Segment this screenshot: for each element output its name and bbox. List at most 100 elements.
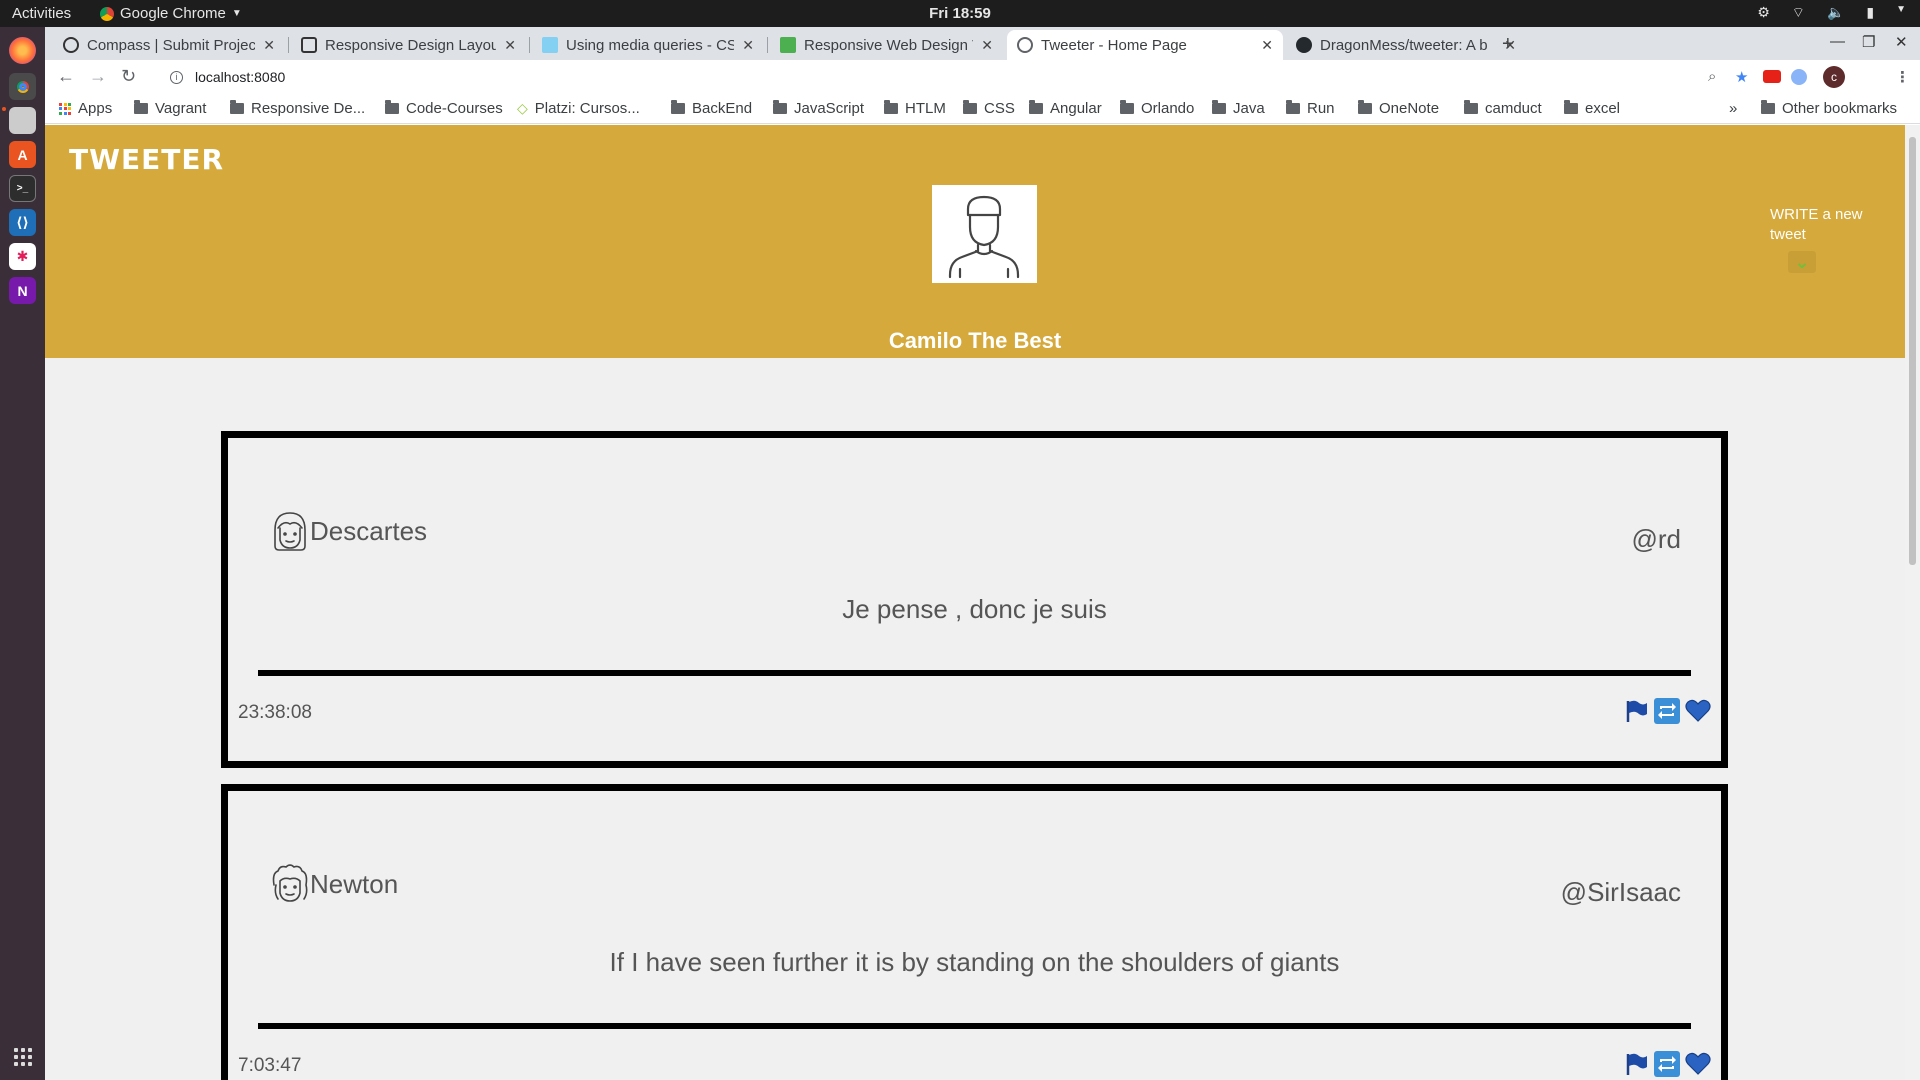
extension-icon[interactable]: [1791, 69, 1807, 85]
folder-icon: [1286, 100, 1300, 114]
bookmark-folder[interactable]: Orlando: [1120, 100, 1194, 117]
scrollbar-thumb[interactable]: [1909, 137, 1916, 565]
onenote-icon[interactable]: N: [9, 277, 36, 304]
bookmark-folder[interactable]: Responsive De...: [230, 100, 365, 117]
bookmark-folder[interactable]: HTLM: [884, 100, 946, 117]
chrome-dock-icon[interactable]: [9, 73, 36, 100]
minimize-button[interactable]: —: [1830, 33, 1845, 50]
tab-strip: Compass | Submit Project ✕ Responsive De…: [45, 27, 1920, 60]
software-center-icon[interactable]: A: [9, 141, 36, 168]
restore-button[interactable]: ❐: [1862, 33, 1875, 51]
retweet-icon[interactable]: [1654, 698, 1680, 724]
show-applications-icon[interactable]: [14, 1048, 32, 1066]
user-avatar-icon: [948, 195, 1020, 279]
files-icon[interactable]: [9, 107, 36, 134]
reload-button[interactable]: ↻: [121, 66, 136, 87]
youtube-extension-icon[interactable]: [1763, 70, 1781, 83]
browser-window: Compass | Submit Project ✕ Responsive De…: [45, 27, 1920, 1080]
forward-button[interactable]: →: [89, 66, 107, 87]
star-bookmark-icon[interactable]: ★: [1735, 68, 1748, 86]
close-icon[interactable]: ✕: [742, 37, 754, 54]
tab-title: Compass | Submit Project: [87, 36, 256, 54]
settings-icon[interactable]: ⚙: [1757, 4, 1770, 22]
tab-responsive-layout[interactable]: Responsive Design Layout ✕: [291, 30, 526, 60]
folder-icon: [1358, 100, 1372, 114]
bookmark-folder[interactable]: BackEnd: [671, 100, 752, 117]
tab-media-queries[interactable]: Using media queries - CSS ✕: [532, 30, 764, 60]
tab-compass[interactable]: Compass | Submit Project ✕: [53, 30, 285, 60]
tweet-actions: [1623, 1051, 1711, 1077]
bookmark-folder[interactable]: Run: [1286, 100, 1335, 117]
tab-github[interactable]: DragonMess/tweeter: A b ✕: [1286, 30, 1526, 60]
new-tab-button[interactable]: +: [1502, 33, 1514, 56]
chevron-down-icon[interactable]: ▼: [1896, 4, 1906, 22]
folder-icon: [963, 100, 977, 114]
folder-icon: [884, 100, 898, 114]
bookmark-folder[interactable]: OneNote: [1358, 100, 1439, 117]
bookmark-folder[interactable]: excel: [1564, 100, 1620, 117]
bookmark-platzi[interactable]: ◇ Platzi: Cursos...: [517, 100, 640, 117]
folder-icon: [230, 100, 244, 114]
battery-icon[interactable]: ▮: [1866, 4, 1874, 22]
flag-icon[interactable]: [1623, 698, 1649, 724]
close-icon[interactable]: ✕: [981, 37, 993, 54]
close-icon[interactable]: ✕: [504, 37, 516, 54]
bookmarks-bar: Apps Vagrant Responsive De... Code-Cours…: [45, 94, 1920, 124]
compose-toggle-button[interactable]: ⌄: [1788, 251, 1816, 273]
volume-icon[interactable]: 🔈: [1827, 4, 1844, 22]
bookmark-folder[interactable]: CSS: [963, 100, 1015, 117]
compose-tweet-label[interactable]: WRITE a new tweet: [1770, 205, 1870, 245]
info-icon[interactable]: i: [170, 70, 183, 84]
terminal-icon[interactable]: >_: [9, 175, 36, 202]
tab-tweeter-home[interactable]: Tweeter - Home Page ✕: [1007, 30, 1283, 60]
bookmark-folder[interactable]: camduct: [1464, 100, 1542, 117]
back-button[interactable]: ←: [57, 66, 75, 87]
close-window-button[interactable]: ✕: [1895, 33, 1908, 51]
bookmark-label: Code-Courses: [406, 100, 503, 117]
other-bookmarks[interactable]: Other bookmarks: [1761, 100, 1897, 117]
tweet-timestamp: 7:03:47: [238, 1055, 302, 1076]
bookmark-folder[interactable]: Java: [1212, 100, 1265, 117]
tab-responsive-web-design[interactable]: Responsive Web Design V ✕: [770, 30, 1003, 60]
slack-icon[interactable]: ✱: [9, 243, 36, 270]
folder-icon: [671, 100, 685, 114]
zoom-icon[interactable]: ⌕: [1708, 68, 1716, 85]
address-bar[interactable]: i localhost:8080: [158, 63, 1761, 91]
retweet-icon[interactable]: [1654, 1051, 1680, 1077]
clock[interactable]: Fri 18:59: [0, 5, 1920, 22]
wifi-icon[interactable]: ⌔: [1792, 4, 1805, 22]
folder-icon: [773, 100, 787, 114]
bookmark-folder[interactable]: Code-Courses: [385, 100, 503, 117]
close-icon[interactable]: ✕: [1261, 37, 1273, 54]
flag-icon[interactable]: [1623, 1051, 1649, 1077]
tweet: Newton @SirIsaac If I have seen further …: [221, 784, 1728, 1080]
tweet: Descartes @rd Je pense , donc je suis 23…: [221, 431, 1728, 768]
bookmark-apps[interactable]: Apps: [59, 100, 112, 117]
url-text: localhost:8080: [195, 69, 286, 85]
tweet-divider: [258, 1023, 1691, 1029]
tweet-divider: [258, 670, 1691, 676]
bookmarks-overflow-button[interactable]: »: [1729, 100, 1737, 117]
folder-icon: [1029, 100, 1043, 114]
bookmark-folder[interactable]: Angular: [1029, 100, 1102, 117]
close-icon[interactable]: ✕: [263, 37, 275, 54]
compass-favicon-icon: [63, 37, 79, 53]
user-avatar: [932, 185, 1037, 283]
vscode-icon[interactable]: ⟨⟩: [9, 209, 36, 236]
bookmark-folder[interactable]: JavaScript: [773, 100, 864, 117]
bookmark-folder[interactable]: Vagrant: [134, 100, 206, 117]
tab-title: Tweeter - Home Page: [1041, 36, 1187, 54]
folder-icon: [134, 100, 148, 114]
bookmark-label: OneNote: [1379, 100, 1440, 117]
firefox-icon[interactable]: [9, 37, 36, 64]
heart-icon[interactable]: [1685, 698, 1711, 724]
site-logo[interactable]: TWEETER: [69, 143, 224, 176]
page-scrollbar[interactable]: [1905, 125, 1920, 1080]
profile-username: Camilo The Best: [888, 328, 1062, 353]
profile-avatar[interactable]: c: [1823, 66, 1845, 88]
heart-icon[interactable]: [1685, 1051, 1711, 1077]
bookmark-label: Platzi: Cursos...: [534, 100, 640, 117]
tweet-avatar-icon: [270, 863, 310, 905]
bookmark-label: BackEnd: [692, 100, 753, 117]
more-menu-icon[interactable]: ⋮: [1895, 68, 1910, 86]
